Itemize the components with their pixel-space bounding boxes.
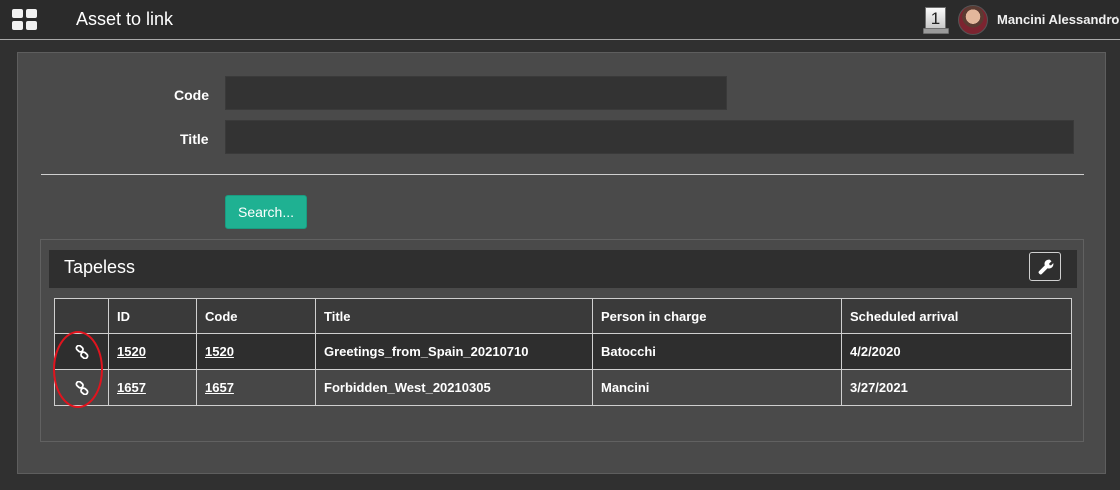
column-header-link <box>54 298 109 334</box>
cell-title: Forbidden_West_20210305 <box>315 369 593 406</box>
page-title: Asset to link <box>76 9 174 29</box>
wrench-icon <box>1038 259 1054 275</box>
user-menu[interactable]: Mancini Alessandro <box>997 12 1119 27</box>
cell-title: Greetings_from_Spain_20210710 <box>315 333 593 370</box>
table-row[interactable]: 1657 1657 Forbidden_West_20210305 Mancin… <box>54 369 1072 406</box>
cell-code[interactable]: 1657 <box>196 369 316 406</box>
column-header-id[interactable]: ID <box>108 298 197 334</box>
cell-code[interactable]: 1520 <box>196 333 316 370</box>
chevron-down-icon[interactable]: ⌵ <box>1110 12 1118 23</box>
table-row[interactable]: 1520 1520 Greetings_from_Spain_20210710 … <box>54 333 1072 370</box>
cell-person: Mancini <box>592 369 842 406</box>
tapeless-section: Tapeless ID Code Title Person in charge … <box>40 239 1084 442</box>
notification-count: 1 <box>925 7 946 29</box>
column-header-person[interactable]: Person in charge <box>592 298 842 334</box>
code-input[interactable] <box>225 76 727 110</box>
divider <box>41 174 1084 175</box>
top-bar: Asset to link 1 Mancini Alessandro ⌵ <box>0 0 1120 40</box>
id-link[interactable]: 1520 <box>117 344 146 359</box>
search-button[interactable]: Search... <box>225 195 307 229</box>
tapeless-title: Tapeless <box>64 257 136 277</box>
link-icon[interactable] <box>75 345 89 360</box>
notification-counter[interactable]: 1 <box>923 7 949 34</box>
tapeless-table: ID Code Title Person in charge Scheduled… <box>54 298 1072 406</box>
link-icon[interactable] <box>75 381 89 396</box>
cell-arrival: 4/2/2020 <box>841 333 1072 370</box>
code-link[interactable]: 1657 <box>205 380 234 395</box>
title-input[interactable] <box>225 120 1074 154</box>
code-link[interactable]: 1520 <box>205 344 234 359</box>
settings-button[interactable] <box>1029 252 1061 281</box>
cell-person: Batocchi <box>592 333 842 370</box>
table-header-row: ID Code Title Person in charge Scheduled… <box>54 298 1072 334</box>
link-cell[interactable] <box>54 333 109 370</box>
title-label: Title <box>180 131 209 147</box>
grid-icon[interactable] <box>12 9 38 30</box>
cell-id[interactable]: 1657 <box>108 369 197 406</box>
cell-id[interactable]: 1520 <box>108 333 197 370</box>
tapeless-header: Tapeless <box>49 250 1077 288</box>
id-link[interactable]: 1657 <box>117 380 146 395</box>
column-header-code[interactable]: Code <box>196 298 316 334</box>
search-panel: Code Title Search... Tapeless ID Code Ti… <box>17 52 1106 474</box>
column-header-arrival[interactable]: Scheduled arrival <box>841 298 1072 334</box>
code-label: Code <box>174 87 209 103</box>
avatar[interactable] <box>958 5 988 35</box>
counter-base <box>923 28 949 34</box>
column-header-title[interactable]: Title <box>315 298 593 334</box>
link-cell[interactable] <box>54 369 109 406</box>
cell-arrival: 3/27/2021 <box>841 369 1072 406</box>
